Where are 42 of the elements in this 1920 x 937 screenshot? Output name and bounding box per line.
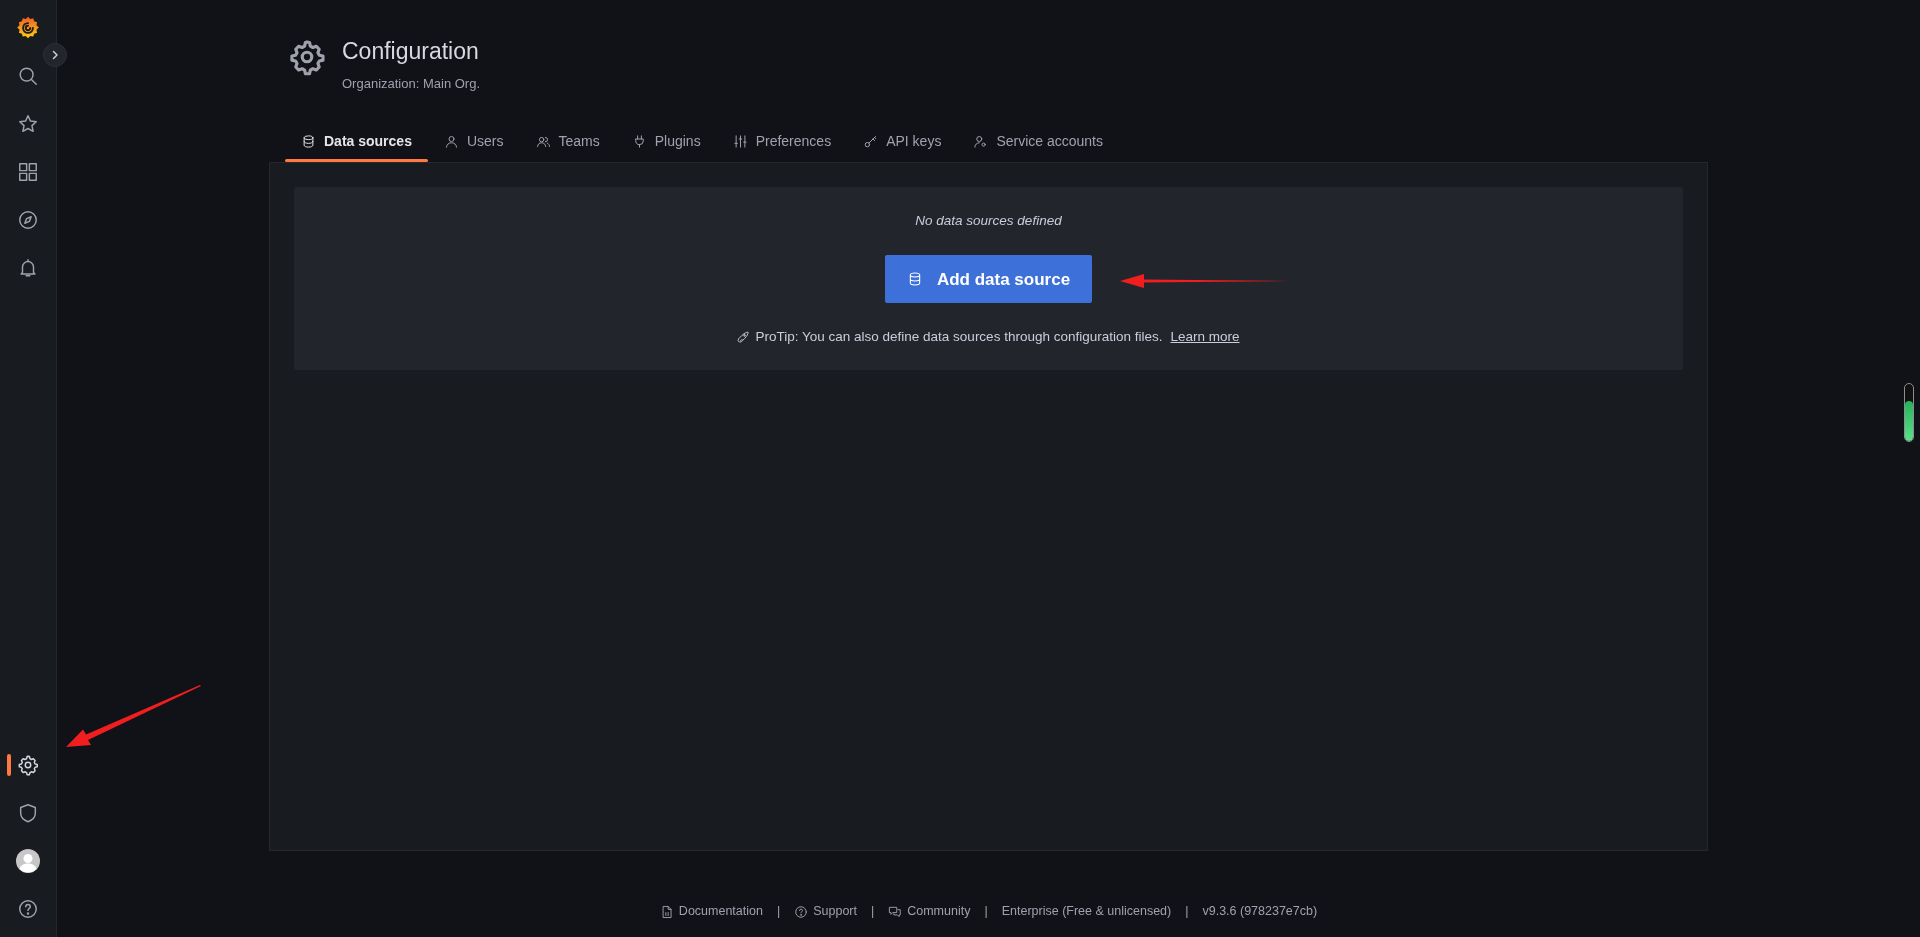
footer-link[interactable]: Documentation bbox=[659, 902, 763, 921]
separator: | bbox=[984, 903, 988, 921]
footer-link[interactable]: v9.3.6 (978237e7cb) bbox=[1202, 902, 1318, 921]
logo-icon[interactable] bbox=[15, 15, 41, 41]
separator: | bbox=[870, 903, 875, 921]
users-icon bbox=[535, 134, 551, 150]
compass-icon bbox=[17, 209, 39, 231]
avatar-icon bbox=[16, 849, 40, 873]
tab[interactable]: Preferences bbox=[716, 123, 848, 163]
tab[interactable]: Plugins bbox=[615, 123, 717, 163]
user-icon bbox=[443, 134, 459, 150]
page-subtitle: Organization: Main Org. bbox=[342, 74, 480, 93]
sliders-icon bbox=[732, 134, 748, 150]
user-gear-icon bbox=[973, 134, 989, 150]
shield-icon bbox=[17, 802, 39, 824]
footer-link[interactable]: Community bbox=[888, 902, 971, 921]
search-icon bbox=[17, 65, 39, 87]
add-data-source-button[interactable]: Add data source bbox=[884, 255, 1093, 304]
star-icon bbox=[17, 113, 39, 135]
empty-message: No data sources defined bbox=[915, 212, 1062, 231]
page-title: Configuration bbox=[342, 38, 480, 66]
separator: | bbox=[776, 903, 781, 921]
grid-icon bbox=[17, 161, 39, 183]
protip-text: ProTip: You can also define data sources through configuration files. bbox=[755, 328, 1163, 347]
help-icon bbox=[794, 904, 809, 919]
expand-sidebar-button[interactable] bbox=[43, 43, 67, 67]
chat-icon bbox=[888, 904, 903, 919]
tab[interactable]: Teams bbox=[519, 123, 616, 163]
settings-icon bbox=[288, 38, 326, 76]
tab[interactable]: Service accounts bbox=[957, 123, 1119, 163]
level-meter bbox=[1904, 383, 1914, 442]
tab[interactable]: Users bbox=[427, 123, 520, 163]
tab[interactable]: Data sources bbox=[285, 123, 428, 163]
footer-link[interactable]: Support bbox=[794, 902, 857, 921]
database-icon bbox=[301, 134, 316, 150]
key-icon bbox=[863, 134, 879, 150]
separator: | bbox=[1185, 903, 1189, 921]
footer-link[interactable]: Enterprise (Free & unlicensed) bbox=[1001, 902, 1172, 921]
tab[interactable]: API keys bbox=[847, 123, 958, 163]
settings-icon bbox=[17, 754, 39, 776]
help-icon bbox=[17, 898, 39, 920]
learn-more-link[interactable]: Learn more bbox=[1170, 327, 1240, 348]
